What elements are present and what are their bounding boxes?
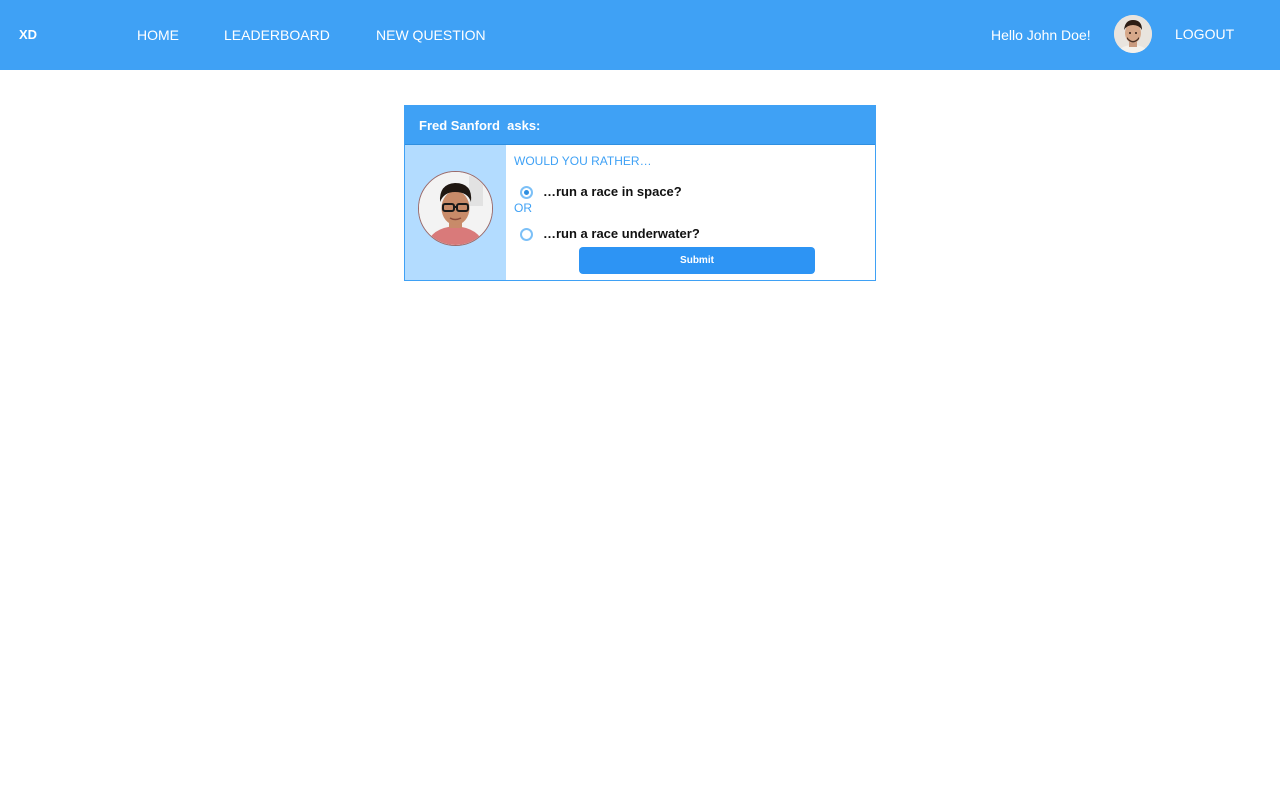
logout-button[interactable]: LOGOUT (1175, 26, 1234, 42)
would-you-rather-heading: WOULD YOU RATHER… (514, 154, 652, 168)
user-avatar-image (1114, 15, 1152, 53)
top-navbar: XD HOME LEADERBOARD NEW QUESTION Hello J… (0, 0, 1280, 70)
nav-leaderboard-link[interactable]: LEADERBOARD (224, 27, 330, 43)
question-card: Fred Sanford asks: WOULD YOU RATHER… …ru… (404, 105, 876, 281)
submit-button[interactable]: Submit (579, 247, 815, 274)
option-one-label: …run a race in space? (543, 184, 682, 199)
option-two[interactable]: …run a race underwater? (520, 226, 700, 242)
author-avatar (418, 171, 493, 246)
question-card-body: WOULD YOU RATHER… …run a race in space? … (506, 145, 875, 280)
option-one[interactable]: …run a race in space? (520, 184, 682, 200)
option-two-label: …run a race underwater? (543, 226, 700, 241)
question-card-header: Fred Sanford asks: (405, 106, 875, 145)
brand-logo[interactable]: XD (19, 27, 37, 43)
question-author-name: Fred Sanford (419, 118, 500, 133)
nav-home-link[interactable]: HOME (137, 27, 179, 43)
or-separator: OR (514, 201, 532, 215)
author-avatar-panel (405, 145, 506, 280)
user-greeting: Hello John Doe! (991, 27, 1091, 43)
option-two-radio[interactable] (520, 227, 533, 241)
nav-new-question-link[interactable]: NEW QUESTION (376, 27, 486, 43)
author-avatar-image (419, 172, 492, 245)
user-avatar[interactable] (1114, 15, 1152, 53)
question-asks-label: asks: (507, 118, 541, 133)
question-author-line: Fred Sanford asks: (419, 118, 540, 134)
option-one-radio[interactable] (520, 185, 533, 199)
